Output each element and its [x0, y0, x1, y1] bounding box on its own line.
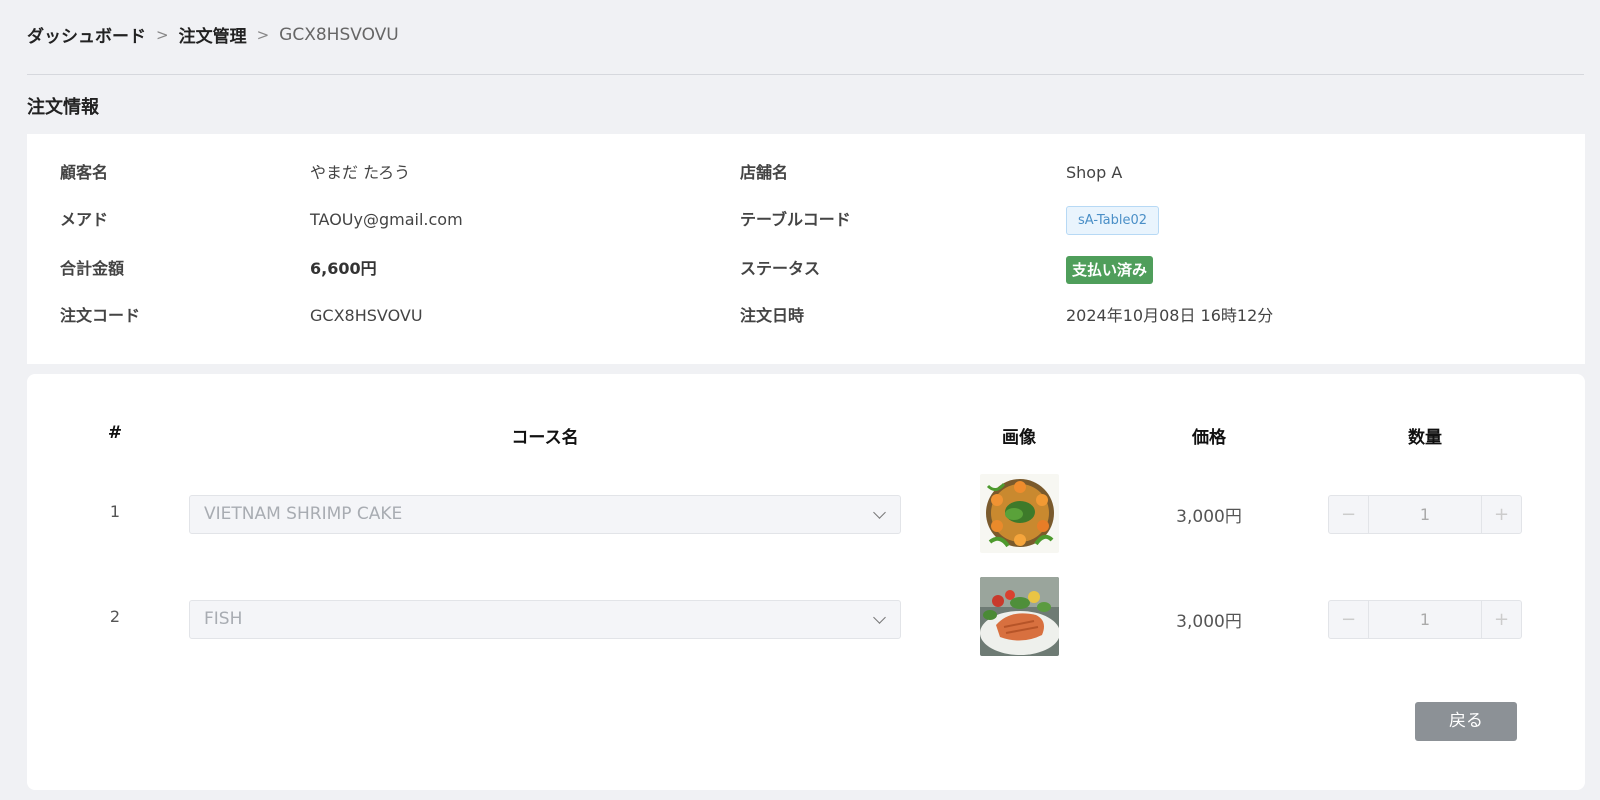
column-header-price: 価格	[1192, 428, 1226, 448]
shrimp-cake-icon	[980, 474, 1059, 553]
price-value: 3,000円	[1176, 507, 1242, 527]
breadcrumb-orders-link[interactable]: 注文管理	[179, 22, 247, 47]
order-items-card: # コース名 画像 価格 数量 1 VIETNAM SHRIMP CAKE 3,…	[27, 374, 1585, 790]
course-select[interactable]: FISH	[189, 600, 901, 639]
quantity-input[interactable]: 1	[1368, 601, 1482, 638]
status-badge: 支払い済み	[1066, 256, 1154, 284]
decrement-button[interactable]: −	[1329, 496, 1368, 533]
chevron-down-icon	[873, 611, 886, 624]
chevron-down-icon	[873, 506, 886, 519]
breadcrumb: ダッシュボード > 注文管理 > GCX8HSVOVU	[27, 22, 399, 48]
order-date-label: 注文日時	[740, 306, 805, 325]
increment-button[interactable]: +	[1482, 496, 1521, 533]
shop-name-value: Shop A	[1066, 163, 1123, 182]
quantity-input[interactable]: 1	[1368, 496, 1482, 533]
column-header-image: 画像	[1002, 428, 1036, 448]
total-value: 6,600円	[310, 259, 377, 278]
order-date-value: 2024年10月08日 16時12分	[1066, 306, 1274, 325]
info-row: メアド TAOUy@gmail.com テーブルコード sA-Table02	[27, 205, 1585, 235]
table-code-label: テーブルコード	[740, 210, 851, 229]
row-number: 2	[109, 607, 121, 626]
section-title: 注文情報	[27, 97, 99, 118]
status-label: ステータス	[740, 259, 821, 278]
table-code-badge: sA-Table02	[1066, 206, 1160, 235]
total-label: 合計金額	[60, 259, 125, 278]
breadcrumb-separator: >	[256, 25, 270, 44]
order-info-card: 顧客名 やまだ たろう 店舗名 Shop A メアド TAOUy@gmail.c…	[27, 134, 1585, 364]
row-number: 1	[109, 502, 121, 521]
breadcrumb-dashboard-link[interactable]: ダッシュボード	[27, 22, 146, 47]
info-row: 注文コード GCX8HSVOVU 注文日時 2024年10月08日 16時12分	[27, 301, 1585, 331]
info-row: 顧客名 やまだ たろう 店舗名 Shop A	[27, 158, 1585, 188]
back-button[interactable]: 戻る	[1415, 702, 1517, 741]
customer-name-label: 顧客名	[60, 163, 109, 182]
course-select[interactable]: VIETNAM SHRIMP CAKE	[189, 495, 901, 534]
info-row: 合計金額 6,600円 ステータス 支払い済み	[27, 254, 1585, 284]
course-select-value: VIETNAM SHRIMP CAKE	[204, 504, 403, 524]
email-value: TAOUy@gmail.com	[310, 210, 463, 229]
order-code-label: 注文コード	[60, 306, 141, 325]
course-select-value: FISH	[204, 609, 243, 629]
quantity-stepper: − 1 +	[1328, 495, 1522, 534]
shop-name-label: 店舗名	[740, 163, 789, 182]
salmon-dish-icon	[980, 577, 1059, 656]
breadcrumb-current: GCX8HSVOVU	[279, 24, 399, 45]
increment-button[interactable]: +	[1482, 601, 1521, 638]
customer-name-value: やまだ たろう	[310, 163, 411, 182]
column-header-quantity: 数量	[1408, 428, 1442, 448]
decrement-button[interactable]: −	[1329, 601, 1368, 638]
breadcrumb-separator: >	[156, 25, 169, 44]
quantity-stepper: − 1 +	[1328, 600, 1522, 639]
header-divider	[27, 74, 1584, 75]
column-header-number: #	[107, 423, 123, 443]
column-header-course: コース名	[511, 428, 579, 448]
order-code-value: GCX8HSVOVU	[310, 306, 423, 325]
email-label: メアド	[60, 210, 109, 229]
price-value: 3,000円	[1176, 612, 1242, 632]
